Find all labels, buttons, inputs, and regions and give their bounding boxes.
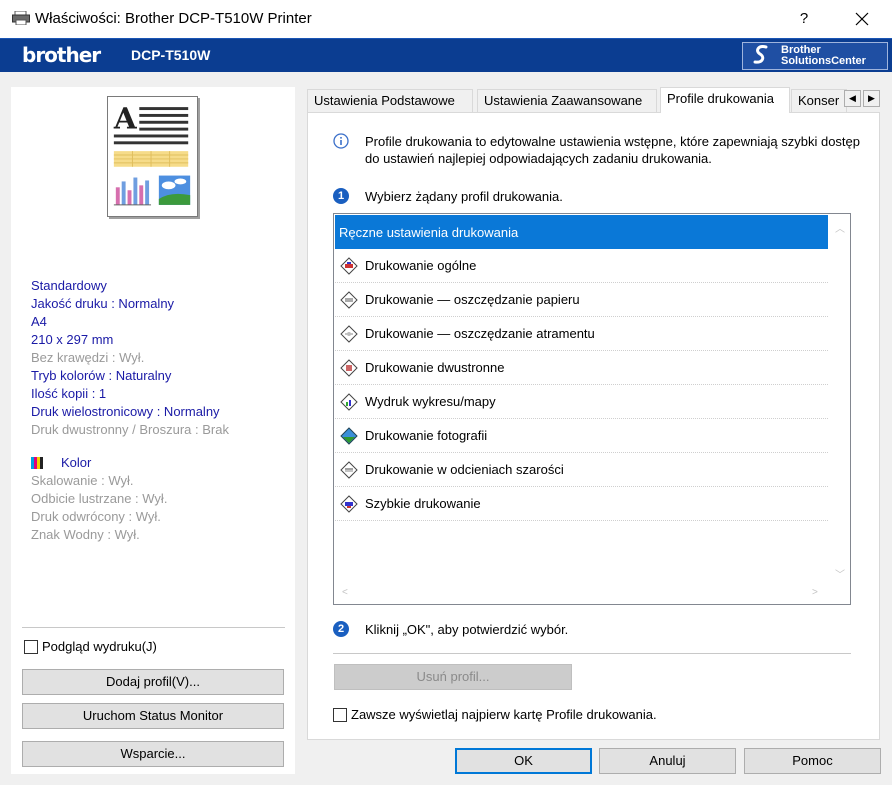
tab-basic-settings[interactable]: Ustawienia Podstawowe (307, 89, 473, 113)
always-show-checkbox[interactable]: Zawsze wyświetlaj najpierw kartę Profile… (333, 707, 657, 722)
setting-line: Druk dwustronny / Broszura : Brak (31, 422, 229, 437)
print-preview-checkbox-box[interactable] (24, 639, 38, 654)
info-text: Profile drukowania to edytowalne ustawie… (365, 134, 861, 166)
setting-line: Znak Wodny : Wył. (31, 527, 140, 542)
profile-item-label: Szybkie drukowanie (365, 496, 481, 511)
profile-item-label: Drukowanie fotografii (365, 428, 488, 443)
duplex-print-icon (339, 358, 359, 378)
ok-button[interactable]: OK (455, 748, 592, 774)
general-print-icon (339, 256, 359, 276)
profile-item[interactable]: Drukowanie ogólne (335, 249, 828, 283)
print-preview-checkbox[interactable]: Podgląd wydruku(J) (24, 639, 157, 654)
profile-item[interactable]: Drukowanie dwustronne (335, 351, 828, 385)
scroll-left-icon[interactable]: < (342, 587, 348, 598)
step-2-number: 2 (333, 621, 349, 637)
paper-saving-icon (339, 290, 359, 310)
ink-saving-icon (339, 324, 359, 344)
horizontal-scrollbar[interactable]: < > (334, 583, 830, 604)
tab-advanced-settings[interactable]: Ustawienia Zaawansowane (477, 89, 657, 113)
setting-line: Standardowy (31, 278, 107, 293)
photo-print-icon (339, 426, 359, 446)
vertical-scrollbar[interactable]: ︿ ﹀ (829, 214, 850, 584)
profile-item-label: Drukowanie — oszczędzanie papieru (365, 292, 580, 307)
step-1-number: 1 (333, 188, 349, 204)
divider (333, 653, 851, 654)
solutions-center-button[interactable]: Brother SolutionsCenter (742, 42, 888, 70)
setting-line: Odbicie lustrzane : Wył. (31, 491, 168, 506)
setting-line: Jakość druku : Normalny (31, 296, 175, 311)
step-1: 1 Wybierz żądany profil drukowania. (333, 188, 563, 204)
close-icon[interactable] (845, 5, 879, 33)
scroll-down-icon[interactable]: ﹀ (835, 566, 845, 581)
settings-summary-panel: A Standardowy Jakość druku : Normalny A4 21… (11, 87, 295, 774)
print-preview-label: Podgląd wydruku(J) (42, 639, 157, 654)
always-show-label: Zawsze wyświetlaj najpierw kartę Profile… (351, 707, 657, 722)
profile-item[interactable]: Drukowanie — oszczędzanie atramentu (335, 317, 828, 351)
print-profiles-page: Profile drukowania to edytowalne ustawie… (307, 112, 880, 740)
setting-line: Bez krawędzi : Wył. (31, 350, 145, 365)
svg-text:A: A (113, 101, 138, 136)
profile-item-label: Drukowanie ogólne (365, 258, 477, 273)
tab-scroll-left-icon[interactable]: ◀ (844, 90, 861, 107)
add-profile-button[interactable]: Dodaj profil(V)... (22, 669, 284, 695)
delete-profile-button[interactable]: Usuń profil... (334, 664, 572, 690)
profile-item[interactable]: Drukowanie — oszczędzanie papieru (335, 283, 828, 317)
fast-print-icon (339, 494, 359, 514)
tab-scroll-right-icon[interactable]: ▶ (863, 90, 880, 107)
scroll-up-icon[interactable]: ︿ (835, 220, 845, 235)
help-button[interactable]: ? (787, 5, 821, 33)
profile-item[interactable]: Szybkie drukowanie (335, 487, 828, 521)
step-2-text: Kliknij „OK", aby potwierdzić wybór. (365, 621, 569, 637)
cancel-button[interactable]: Anuluj (599, 748, 736, 774)
profile-item-label: Ręczne ustawienia drukowania (339, 224, 519, 240)
color-mode-row: Kolor (31, 455, 91, 470)
profile-item[interactable]: Drukowanie fotografii (335, 419, 828, 453)
status-monitor-button[interactable]: Uruchom Status Monitor (22, 703, 284, 729)
brand-bar: brother DCP-T510W Brother SolutionsCente… (0, 38, 892, 72)
always-show-checkbox-box[interactable] (333, 707, 347, 722)
setting-line: 210 x 297 mm (31, 332, 114, 347)
divider (22, 627, 285, 628)
setting-line: A4 (31, 314, 47, 329)
step-1-text: Wybierz żądany profil drukowania. (365, 188, 563, 204)
page-preview-image: A (107, 96, 198, 217)
help-footer-button[interactable]: Pomoc (744, 748, 881, 774)
chart-map-icon (339, 392, 359, 412)
brother-logo: brother (22, 43, 101, 67)
scroll-right-icon[interactable]: > (812, 587, 818, 598)
title-bar: Właściwości: Brother DCP-T510W Printer ? (0, 0, 892, 38)
setting-line: Tryb kolorów : Naturalny (31, 368, 172, 383)
setting-line: Skalowanie : Wył. (31, 473, 134, 488)
profile-item[interactable]: Wydruk wykresu/mapy (335, 385, 828, 419)
support-button[interactable]: Wsparcie... (22, 741, 284, 767)
printer-model: DCP-T510W (131, 47, 211, 63)
profile-item-label: Drukowanie dwustronne (365, 360, 505, 375)
info-row: Profile drukowania to edytowalne ustawie… (333, 133, 865, 167)
color-mode-label: Kolor (61, 455, 92, 470)
solutions-center-line2: SolutionsCenter (781, 55, 866, 67)
profile-item-label: Wydruk wykresu/mapy (365, 394, 496, 409)
tab-bar: Ustawienia Podstawowe Ustawienia Zaawans… (307, 87, 881, 113)
tab-print-profiles[interactable]: Profile drukowania (660, 87, 790, 113)
info-icon (333, 133, 349, 149)
setting-line: Druk wielostronicowy : Normalny (31, 404, 220, 419)
setting-line: Ilość kopii : 1 (31, 386, 107, 401)
settings-list: Standardowy Jakość druku : Normalny A4 210 … (31, 277, 291, 439)
grayscale-print-icon (339, 460, 359, 480)
tab-maintenance[interactable]: Konser (791, 89, 847, 113)
color-mode-icon (31, 456, 43, 469)
profile-list[interactable]: Ręczne ustawienia drukowania Drukowanie o… (333, 213, 851, 605)
profile-item-label: Drukowanie w odcieniach szarości (365, 462, 564, 477)
profile-item-label: Drukowanie — oszczędzanie atramentu (365, 326, 595, 341)
profile-item[interactable]: Ręczne ustawienia drukowania (335, 215, 828, 249)
solutions-center-icon (753, 45, 768, 64)
profile-item[interactable]: Drukowanie w odcieniach szarości (335, 453, 828, 487)
settings-list-secondary: Skalowanie : Wył. Odbicie lustrzane : Wył… (31, 472, 291, 544)
printer-icon (12, 11, 30, 25)
window-title: Właściwości: Brother DCP-T510W Printer (35, 10, 312, 27)
step-2: 2 Kliknij „OK", aby potwierdzić wybór. (333, 621, 568, 637)
setting-line: Druk odwrócony : Wył. (31, 509, 161, 524)
